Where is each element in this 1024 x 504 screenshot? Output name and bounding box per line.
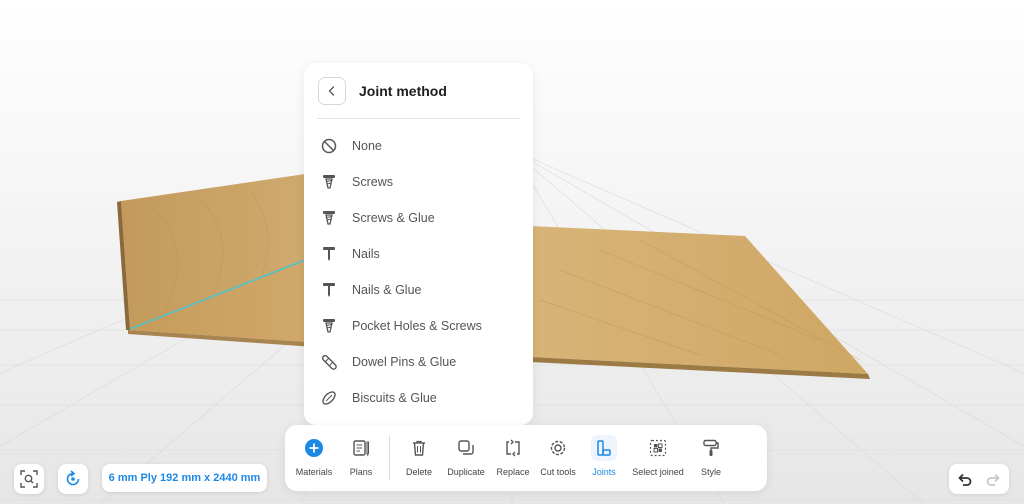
joint-option-nails[interactable]: Nails: [304, 236, 533, 272]
joint-option-nails-glue[interactable]: Nails & Glue: [304, 272, 533, 308]
redo-button[interactable]: [979, 464, 1009, 494]
tool-label: Delete: [405, 467, 432, 477]
panel-title: Joint method: [359, 83, 447, 99]
dowel-icon: [319, 352, 339, 372]
zoom-fit-button[interactable]: [14, 464, 44, 494]
joint-option-label: Nails: [352, 247, 380, 261]
tool-delete[interactable]: Delete: [403, 435, 435, 483]
tool-label: Cut tools: [540, 467, 576, 477]
joint-option-pocket-holes[interactable]: Pocket Holes & Screws: [304, 308, 533, 344]
rotate-view-icon: [66, 470, 80, 486]
bottom-toolbar: Materials Plans Delete Duplicate Replace…: [285, 425, 767, 491]
plans-icon: [348, 435, 374, 461]
nail-icon: [319, 244, 339, 264]
tool-select-joined[interactable]: Select joined: [631, 435, 685, 483]
replace-icon: [500, 435, 526, 461]
plus-icon: [301, 435, 327, 461]
joint-option-label: Biscuits & Glue: [352, 391, 437, 405]
paint-roller-icon: [698, 435, 724, 461]
tool-label: Materials: [295, 467, 333, 477]
pocket-screw-icon: [319, 316, 339, 336]
tool-joints[interactable]: Joints: [590, 435, 618, 483]
joint-option-label: None: [352, 139, 382, 153]
joint-option-label: Dowel Pins & Glue: [352, 355, 457, 369]
tool-label: Replace: [496, 467, 530, 477]
joint-option-label: Nails & Glue: [352, 283, 422, 297]
undo-button[interactable]: [949, 464, 979, 494]
panel-header: Joint method: [317, 63, 520, 119]
tool-plans[interactable]: Plans: [345, 435, 377, 483]
tool-label: Joints: [592, 467, 616, 477]
biscuit-icon: [319, 388, 339, 408]
back-button[interactable]: [318, 77, 346, 105]
screw-icon: [319, 172, 339, 192]
tool-label: Plans: [349, 467, 373, 477]
joint-method-list: None Screws Screws & Glue Nails Nails & …: [304, 119, 533, 416]
tool-cut-tools[interactable]: Cut tools: [539, 435, 577, 483]
joint-method-panel: Joint method None Screws Screws & Glue N…: [304, 63, 533, 425]
redo-icon: [986, 473, 1000, 486]
tool-style[interactable]: Style: [696, 435, 726, 483]
tool-label: Style: [700, 467, 721, 477]
duplicate-icon: [453, 435, 479, 461]
tool-duplicate[interactable]: Duplicate: [446, 435, 486, 483]
trash-icon: [406, 435, 432, 461]
joint-option-label: Screws: [352, 175, 393, 189]
screw-glue-icon: [319, 208, 339, 228]
joint-option-dowel-pins[interactable]: Dowel Pins & Glue: [304, 344, 533, 380]
joint-option-biscuits[interactable]: Biscuits & Glue: [304, 380, 533, 416]
nail-glue-icon: [319, 280, 339, 300]
tool-replace[interactable]: Replace: [495, 435, 531, 483]
undo-icon: [958, 473, 972, 486]
joints-icon: [591, 435, 617, 461]
reset-view-button[interactable]: [58, 464, 88, 494]
toolbar-divider: [389, 436, 390, 480]
select-joined-icon: [645, 435, 671, 461]
joint-option-screws-glue[interactable]: Screws & Glue: [304, 200, 533, 236]
gear-icon: [545, 435, 571, 461]
joint-option-screws[interactable]: Screws: [304, 164, 533, 200]
joint-option-label: Pocket Holes & Screws: [352, 319, 482, 333]
joint-option-label: Screws & Glue: [352, 211, 435, 225]
zoom-fit-icon: [20, 470, 38, 488]
tool-label: Duplicate: [447, 467, 485, 477]
none-icon: [319, 136, 339, 156]
tool-materials[interactable]: Materials: [295, 435, 333, 483]
tool-label: Select joined: [632, 467, 684, 477]
material-badge[interactable]: 6 mm Ply 192 mm x 2440 mm: [102, 464, 267, 492]
undo-redo-group: [949, 464, 1009, 494]
joint-option-none[interactable]: None: [304, 128, 533, 164]
chevron-left-icon: [328, 86, 335, 96]
